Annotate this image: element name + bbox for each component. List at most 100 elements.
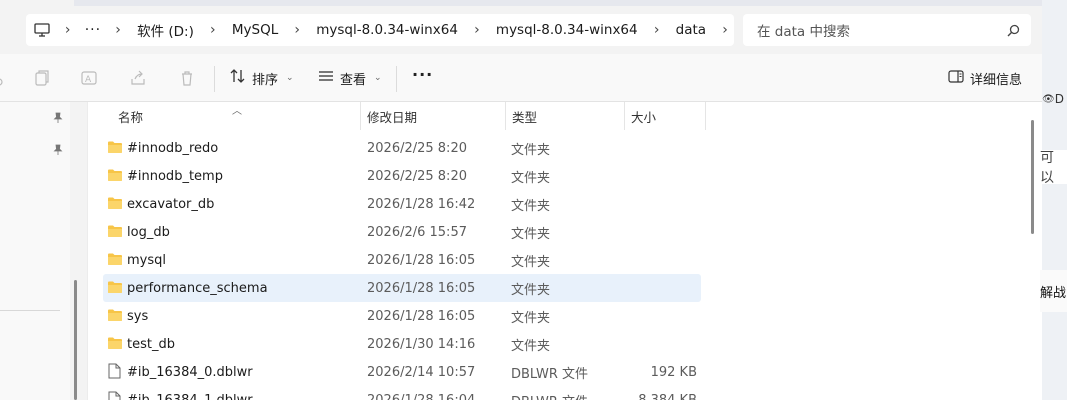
- file-date: 2026/2/6 15:57: [367, 224, 467, 240]
- column-header-size[interactable]: 大小: [625, 102, 705, 130]
- column-header-type[interactable]: 类型: [506, 102, 624, 130]
- file-name: performance_schema: [127, 280, 268, 296]
- details-label: 详细信息: [970, 72, 1023, 88]
- file-date: 2026/1/28 16:05: [367, 308, 476, 324]
- file-size: [625, 162, 697, 190]
- file-explorer-window: › ··· › 软件 (D:) › MySQL › mysql-8.0.34-w…: [0, 0, 1042, 400]
- chevron-right-icon[interactable]: ›: [59, 22, 77, 38]
- folder-icon: [107, 140, 123, 158]
- breadcrumb[interactable]: › ··· › 软件 (D:) › MySQL › mysql-8.0.34-w…: [26, 14, 734, 46]
- file-row[interactable]: #innodb_temp 2026/2/25 8:20 文件夹: [103, 162, 701, 190]
- file-icon: [107, 363, 121, 383]
- navigation-pane: [0, 102, 70, 400]
- column-divider[interactable]: [705, 102, 706, 130]
- pin-icon[interactable]: [52, 144, 66, 158]
- chevron-right-icon[interactable]: ›: [109, 22, 127, 38]
- file-type: 文件夹: [511, 282, 551, 298]
- file-list-scrollbar[interactable]: [1031, 120, 1034, 234]
- file-row[interactable]: #ib_16384_1.dblwr 2026/1/28 16:04 DBLWR 文件…: [103, 386, 701, 400]
- toolbar-divider: [396, 66, 397, 92]
- rename-icon[interactable]: A: [80, 66, 100, 90]
- breadcrumb-item-mysql[interactable]: MySQL: [222, 22, 288, 38]
- file-date: 2026/1/30 14:16: [367, 336, 476, 352]
- view-button[interactable]: 查看 ⌄: [318, 66, 382, 90]
- chevron-right-icon[interactable]: ›: [716, 22, 734, 38]
- chevron-right-icon[interactable]: ›: [288, 22, 306, 38]
- background-snippet-1: 👁 D: [1042, 92, 1064, 106]
- file-row[interactable]: test_db 2026/1/30 14:16 文件夹: [103, 330, 701, 358]
- file-name: test_db: [127, 336, 175, 352]
- file-date: 2026/1/28 16:42: [367, 196, 476, 212]
- file-size: 192 KB: [650, 364, 697, 380]
- file-type: 文件夹: [511, 142, 551, 158]
- nav-scrollbar[interactable]: [74, 280, 77, 400]
- file-date: 2026/1/28 16:05: [367, 280, 476, 296]
- sort-label: 排序: [252, 72, 279, 88]
- file-row[interactable]: #ib_16384_0.dblwr 2026/2/14 10:57 DBLWR 文件…: [103, 358, 701, 386]
- file-row[interactable]: sys 2026/1/28 16:05 文件夹: [103, 302, 701, 330]
- this-pc-icon[interactable]: [26, 14, 59, 46]
- file-name: log_db: [127, 224, 170, 240]
- file-name: sys: [127, 308, 149, 324]
- folder-icon: [107, 280, 123, 298]
- sort-button[interactable]: 排序 ⌄: [230, 66, 294, 90]
- copy-icon[interactable]: [32, 66, 52, 90]
- file-name: #ib_16384_0.dblwr: [127, 364, 253, 380]
- folder-icon: [107, 252, 123, 270]
- command-bar: A 排序 ⌄ 查看 ⌄ ··· 详细信息: [0, 54, 1042, 102]
- chevron-right-icon[interactable]: ›: [204, 22, 222, 38]
- column-header-name[interactable]: 名称: [112, 102, 360, 130]
- file-row[interactable]: #innodb_redo 2026/2/25 8:20 文件夹: [103, 134, 701, 162]
- details-pane-icon: [948, 69, 964, 87]
- breadcrumb-item-mysql-dist-2[interactable]: mysql-8.0.34-winx64: [486, 22, 648, 38]
- file-type: 文件夹: [511, 170, 551, 186]
- breadcrumb-item-mysql-dist-1[interactable]: mysql-8.0.34-winx64: [306, 22, 468, 38]
- file-date: 2026/2/25 8:20: [367, 168, 467, 184]
- file-row[interactable]: mysql 2026/1/28 16:05 文件夹: [103, 246, 701, 274]
- breadcrumb-more[interactable]: ···: [77, 22, 109, 38]
- folder-icon: [107, 196, 123, 214]
- background-window: [1042, 0, 1067, 400]
- breadcrumb-item-data[interactable]: data: [666, 22, 716, 38]
- folder-icon: [107, 168, 123, 186]
- column-header-date[interactable]: 修改日期: [361, 102, 505, 130]
- folder-icon: [107, 336, 123, 354]
- view-list-icon: [318, 70, 334, 86]
- background-snippet-3: 解战: [1040, 270, 1067, 312]
- breadcrumb-item-drive[interactable]: 软件 (D:): [127, 20, 204, 40]
- svg-text:A: A: [85, 75, 92, 85]
- file-date: 2026/1/28 16:05: [367, 252, 476, 268]
- file-size: [625, 274, 697, 302]
- share-icon[interactable]: [128, 66, 148, 90]
- file-type: 文件夹: [511, 198, 551, 214]
- search-icon[interactable]: [995, 24, 1031, 37]
- sort-icon: [230, 69, 246, 87]
- nav-divider: [0, 310, 60, 311]
- file-type: DBLWR 文件: [511, 366, 588, 382]
- folder-icon: [107, 308, 123, 326]
- file-type: 文件夹: [511, 310, 551, 326]
- file-date: 2026/2/25 8:20: [367, 140, 467, 156]
- file-row[interactable]: performance_schema 2026/1/28 16:05 文件夹: [103, 274, 701, 302]
- file-name: #innodb_redo: [127, 140, 219, 156]
- file-size: [625, 134, 697, 162]
- search-input[interactable]: 在 data 中搜索: [743, 14, 1031, 46]
- file-row[interactable]: excavator_db 2026/1/28 16:42 文件夹: [103, 190, 701, 218]
- cut-icon[interactable]: [0, 66, 8, 90]
- file-row[interactable]: log_db 2026/2/6 15:57 文件夹: [103, 218, 701, 246]
- more-options-button[interactable]: ···: [412, 65, 433, 84]
- file-size: 8,384 KB: [638, 392, 697, 400]
- file-type: DBLWR 文件: [511, 386, 631, 400]
- file-size: [625, 302, 697, 330]
- file-size: [625, 330, 697, 358]
- file-type: 文件夹: [511, 254, 551, 270]
- search-placeholder: 在 data 中搜索: [757, 24, 850, 40]
- chevron-right-icon[interactable]: ›: [648, 22, 666, 38]
- file-type: 文件夹: [511, 338, 551, 354]
- address-row: › ··· › 软件 (D:) › MySQL › mysql-8.0.34-w…: [0, 6, 1042, 54]
- folder-icon: [107, 224, 123, 242]
- chevron-right-icon[interactable]: ›: [468, 22, 486, 38]
- details-pane-button[interactable]: 详细信息: [948, 66, 1022, 90]
- pin-icon[interactable]: [52, 112, 66, 126]
- delete-icon[interactable]: [177, 66, 197, 90]
